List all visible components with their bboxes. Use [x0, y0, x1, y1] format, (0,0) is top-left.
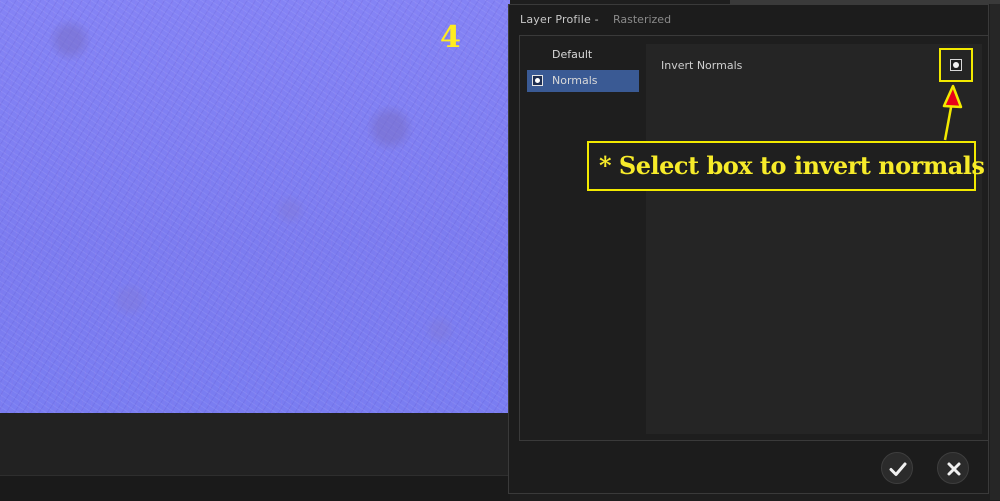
profile-item-label: Normals	[552, 74, 598, 87]
canvas-bottom-panel	[0, 413, 510, 475]
normal-map-canvas: 4	[0, 0, 510, 413]
profile-item-default[interactable]: Default	[527, 44, 639, 66]
invert-normals-checkbox[interactable]	[950, 59, 962, 71]
layer-profile-dialog: Layer Profile - Rasterized Default Norma…	[508, 4, 989, 494]
close-icon	[947, 462, 961, 476]
profile-item-label: Default	[552, 48, 593, 61]
right-panel-edge	[990, 4, 1000, 500]
close-button[interactable]	[937, 452, 969, 484]
selected-radio-icon	[532, 75, 543, 86]
profile-item-normals[interactable]: Normals	[527, 70, 639, 92]
annotation-callout: * Select box to invert normals	[587, 141, 985, 191]
invert-normals-label: Invert Normals	[661, 59, 743, 72]
step-number: 4	[440, 20, 461, 55]
dialog-subtitle: Rasterized	[613, 13, 672, 26]
checkmark-icon	[889, 462, 907, 476]
status-bar	[0, 475, 510, 501]
dialog-content: Default Normals Invert Normals	[519, 35, 989, 441]
annotation-arrow	[942, 84, 963, 141]
dialog-title: Layer Profile -	[520, 13, 599, 26]
ok-button[interactable]	[881, 452, 913, 484]
